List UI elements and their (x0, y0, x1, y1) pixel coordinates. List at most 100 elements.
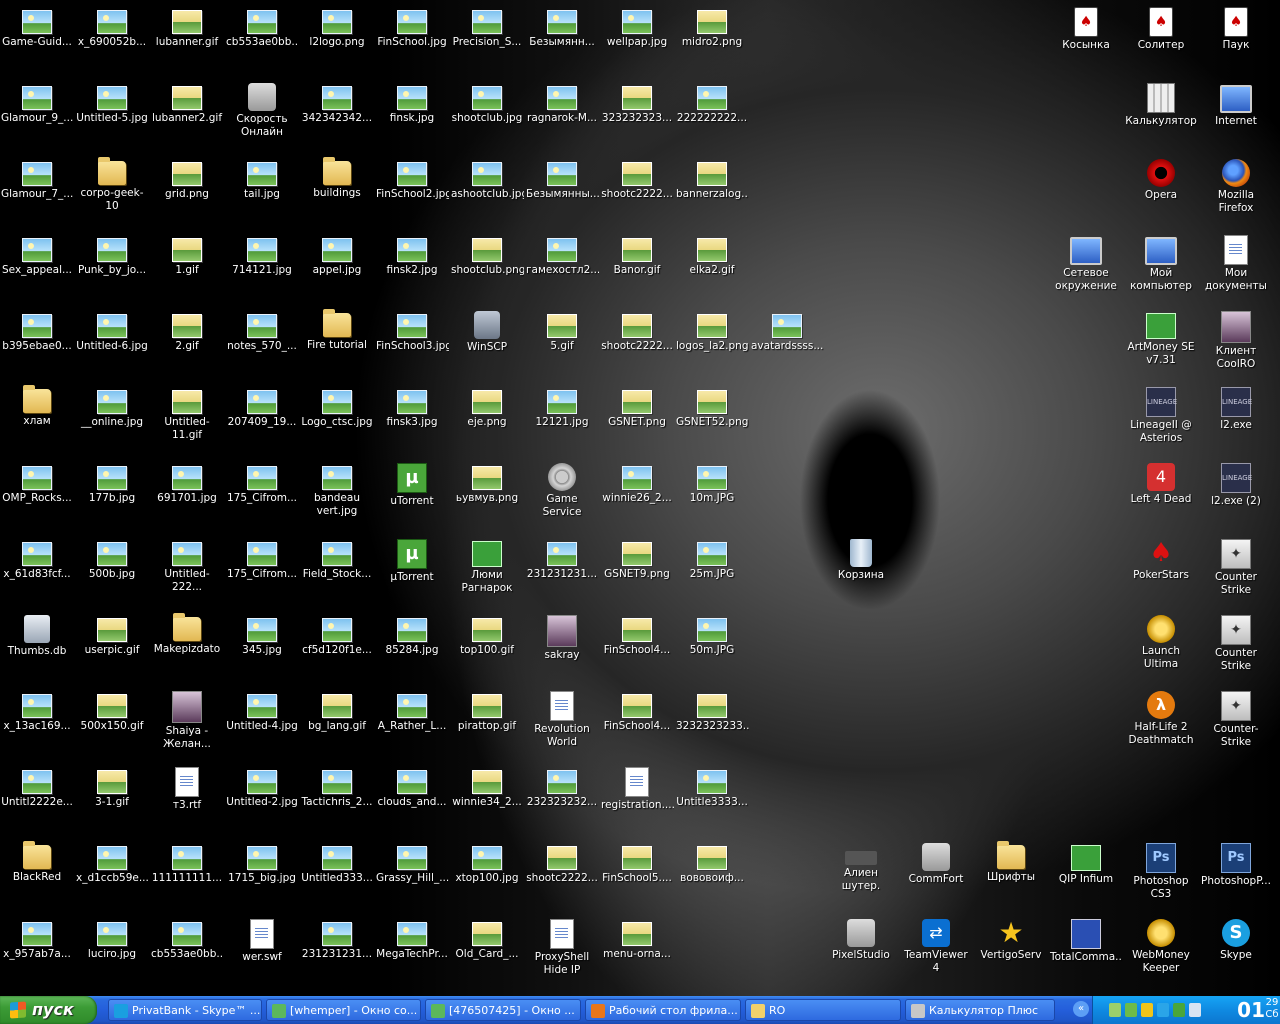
desktop-icon[interactable]: lubanner2.gif (150, 79, 224, 125)
desktop-icon[interactable]: BlackRed (0, 839, 74, 884)
desktop-icon[interactable]: Makepizdato (150, 611, 224, 656)
desktop-icon[interactable]: wellpap.jpg (600, 3, 674, 49)
desktop-icon[interactable]: FinSchool5.... (600, 839, 674, 885)
desktop-icon[interactable]: cb553ae0bb... (225, 3, 299, 49)
desktop-icon[interactable]: bannerzalog... (675, 155, 749, 201)
desktop-icon[interactable]: 177b.jpg (75, 459, 149, 505)
desktop-icon[interactable]: xtop100.jpg (450, 839, 524, 885)
desktop-icon[interactable]: WinSCP (450, 307, 524, 354)
desktop-icon[interactable]: µ uTorrent (375, 459, 449, 508)
desktop-icon[interactable]: shootclub.png (450, 231, 524, 277)
desktop-icon[interactable]: bg_lang.gif (300, 687, 374, 733)
desktop-icon[interactable]: Old_Card_... (450, 915, 524, 961)
tray-utorrent-icon[interactable] (1173, 1003, 1185, 1017)
desktop-icon[interactable]: LINEAGE l2.exe (2) (1199, 459, 1273, 508)
tray-expand-icon[interactable]: « (1073, 1001, 1089, 1017)
desktop-icon[interactable]: wer.swf (225, 915, 299, 964)
desktop-icon[interactable]: Game-Guid... (0, 3, 74, 49)
desktop-icon[interactable]: 231231231... (300, 915, 374, 961)
desktop-icon[interactable]: userpic.gif (75, 611, 149, 657)
desktop-icon[interactable]: Корзина (824, 535, 898, 582)
clock-hours[interactable]: 01 (1237, 998, 1265, 1022)
desktop-icon[interactable]: 231231231... (525, 535, 599, 581)
desktop-icon[interactable]: FinSchool.jpg (375, 3, 449, 49)
desktop-icon[interactable]: 50m.JPG (675, 611, 749, 657)
tray-security-icon[interactable] (1141, 1003, 1153, 1017)
desktop-icon[interactable]: sakray (525, 611, 599, 662)
desktop-icon[interactable]: Шрифты (974, 839, 1048, 884)
desktop-icon[interactable]: OMP_Rocks... (0, 459, 74, 505)
desktop-icon[interactable]: 175_Cifrom... (225, 535, 299, 581)
desktop-icon[interactable]: grid.png (150, 155, 224, 201)
desktop-icon[interactable]: Безымянны... (525, 155, 599, 201)
taskbar-button[interactable]: PrivatBank - Skype™ ... (108, 999, 262, 1021)
taskbar-button[interactable]: Калькулятор Плюс (905, 999, 1055, 1021)
desktop-icon[interactable]: гамехостл2... (525, 231, 599, 277)
desktop-icon[interactable]: 1715_big.jpg (225, 839, 299, 885)
desktop-icon[interactable]: Field_Stock... (300, 535, 374, 581)
desktop-icon[interactable]: Untitled-2.jpg (225, 763, 299, 809)
desktop-icon[interactable]: b395ebae0... (0, 307, 74, 353)
desktop-icon[interactable]: Untitle3333... (675, 763, 749, 809)
desktop-icon[interactable]: finsk3.jpg (375, 383, 449, 429)
desktop-icon[interactable]: 5.gif (525, 307, 599, 353)
desktop-icon[interactable]: ashootclub.jpg (450, 155, 524, 201)
desktop-icon[interactable]: λ Half-Life 2 Deathmatch (1124, 687, 1198, 747)
desktop-icon[interactable]: Thumbs.db (0, 611, 74, 658)
desktop-icon[interactable]: registration.... (600, 763, 674, 812)
desktop-icon[interactable]: LINEAGE l2.exe (1199, 383, 1273, 432)
desktop-icon[interactable]: MegaTechPr... (375, 915, 449, 961)
desktop-icon[interactable]: 175_Cifrom... (225, 459, 299, 505)
desktop-icon[interactable]: GSNET9.png (600, 535, 674, 581)
desktop-icon[interactable]: Glamour_9_... (0, 79, 74, 125)
desktop-icon[interactable]: x_957ab7a... (0, 915, 74, 961)
desktop-icon[interactable]: ✦Counter-Strike 1.6 (1199, 687, 1273, 750)
desktop-icon[interactable]: menu-orna... (600, 915, 674, 961)
desktop-icon[interactable]: т3.rtf (150, 763, 224, 812)
start-button[interactable]: пуск (0, 996, 97, 1024)
desktop-icon[interactable]: Opera (1124, 155, 1198, 202)
desktop-icon[interactable]: cb553ae0bb... (150, 915, 224, 961)
desktop-icon[interactable]: Game Service Control Tool (525, 459, 599, 520)
desktop-icon[interactable]: Logo_ctsc.jpg (300, 383, 374, 429)
desktop-icon[interactable]: shootc2222... (525, 839, 599, 885)
tray-icq-icon[interactable] (1125, 1003, 1137, 1017)
desktop-icon[interactable]: Banor.gif (600, 231, 674, 277)
desktop-icon[interactable]: WebMoney Keeper Clas... (1124, 915, 1198, 976)
desktop-icon[interactable]: clouds_and... (375, 763, 449, 809)
desktop-icon[interactable]: Grassy_Hill_... (375, 839, 449, 885)
desktop-icon[interactable]: ♠ PokerStars (1124, 535, 1198, 582)
desktop-icon[interactable]: Untitled-4.jpg (225, 687, 299, 733)
desktop-icon[interactable]: хлам (0, 383, 74, 428)
desktop-icon[interactable]: Untitl2222e... (0, 763, 74, 809)
desktop-icon[interactable]: Fire tutorial (300, 307, 374, 352)
desktop-icon[interactable]: tail.jpg (225, 155, 299, 201)
desktop-icon[interactable]: вововоиф... (675, 839, 749, 885)
desktop-icon[interactable]: Sex_appeal... (0, 231, 74, 277)
desktop-icon[interactable]: Untitled-5.jpg (75, 79, 149, 125)
desktop-icon[interactable]: Punk_by_jo... (75, 231, 149, 277)
desktop-icon[interactable]: 111111111... (150, 839, 224, 885)
desktop-icon[interactable]: PixelStudio (824, 915, 898, 962)
desktop-icon[interactable]: ♠ Косынка (1049, 3, 1123, 52)
desktop-icon[interactable]: CommFort (899, 839, 973, 886)
desktop-icon[interactable]: ✦Counter Strike 1.6 Non Steam (1199, 535, 1273, 598)
desktop-icon[interactable]: TotalComma... (1049, 915, 1123, 964)
desktop-icon[interactable]: 232323232... (525, 763, 599, 809)
desktop-icon[interactable]: notes_570_... (225, 307, 299, 353)
desktop-icon[interactable]: 3-1.gif (75, 763, 149, 809)
desktop-icon[interactable]: Калькулятор (1124, 79, 1198, 128)
desktop-icon[interactable]: Мой компьютер (1124, 231, 1198, 293)
desktop-icon[interactable]: finsk.jpg (375, 79, 449, 125)
desktop-icon[interactable]: A_Rather_L... (375, 687, 449, 733)
desktop-icon[interactable]: 12121.jpg (525, 383, 599, 429)
desktop-icon[interactable]: 500x150.gif (75, 687, 149, 733)
desktop-icon[interactable]: FinSchool4... (600, 611, 674, 657)
desktop-icon[interactable]: Сетевое окружение (1049, 231, 1123, 293)
desktop-icon[interactable]: 323232323... (600, 79, 674, 125)
desktop-icon[interactable]: eje.png (450, 383, 524, 429)
desktop-icon[interactable]: midro2.png (675, 3, 749, 49)
desktop-icon[interactable]: ьувмув.png (450, 459, 524, 505)
desktop-icon[interactable]: Precision_S... (450, 3, 524, 49)
desktop-icon[interactable]: Безымянн... (525, 3, 599, 49)
